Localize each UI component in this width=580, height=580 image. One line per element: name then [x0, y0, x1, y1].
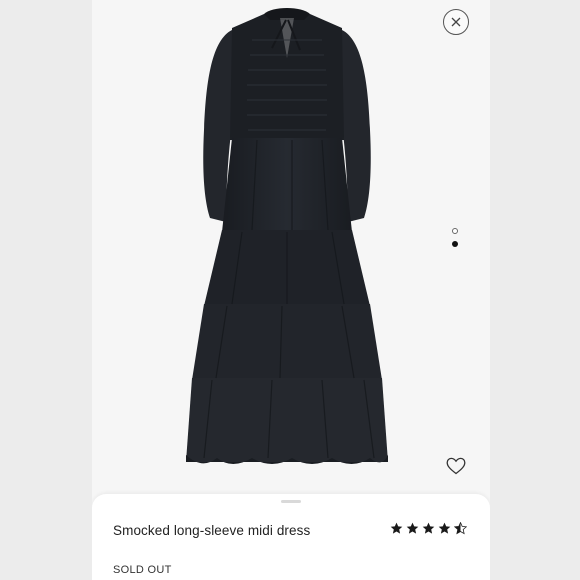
product-image [92, 0, 490, 495]
sheet-drag-handle[interactable] [281, 500, 301, 503]
product-info-sheet: Smocked long-sleeve midi dress SOLD OUT [92, 494, 490, 580]
dress-illustration [186, 8, 388, 464]
carousel-dot-2[interactable] [452, 241, 458, 247]
close-icon [451, 17, 461, 27]
star-icon [454, 522, 467, 535]
star-icon [390, 522, 403, 534]
star-icon [438, 522, 451, 534]
star-icon [422, 522, 435, 534]
star-icon [406, 522, 419, 534]
wishlist-button[interactable] [446, 457, 466, 475]
heart-outline-icon [446, 457, 466, 475]
close-button[interactable] [443, 9, 469, 35]
stock-status: SOLD OUT [113, 564, 172, 576]
carousel-indicator [452, 228, 460, 254]
product-title: Smocked long-sleeve midi dress [113, 523, 311, 538]
carousel-dot-1[interactable] [452, 228, 458, 234]
star-rating [390, 522, 467, 535]
page-frame: Smocked long-sleeve midi dress SOLD OUT [0, 0, 580, 580]
product-quick-view: Smocked long-sleeve midi dress SOLD OUT [92, 0, 490, 580]
